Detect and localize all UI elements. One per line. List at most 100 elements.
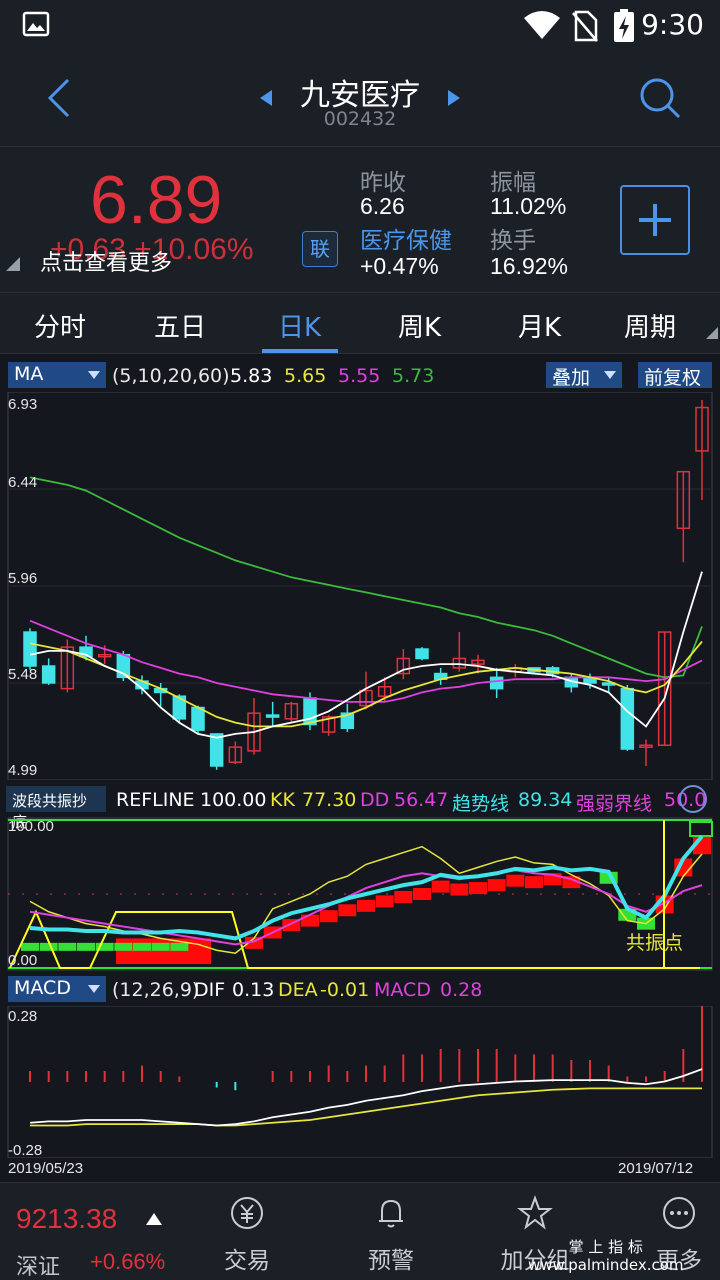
trend-value: 89.34 (518, 789, 573, 811)
wifi-icon (524, 11, 560, 39)
macd-legend: MACD (12,26,9) DIF 0.13 DEA -0.01 MACD 0… (0, 972, 720, 1006)
related-badge[interactable]: 联 (302, 231, 338, 267)
refline-value: 100.00 (200, 789, 267, 811)
prev-close-value: 6.26 (360, 193, 405, 219)
ma-legend: MA (5,10,20,60) 5.83 5.65 5.55 5.73 叠加 前… (0, 358, 720, 392)
trend-block (469, 882, 487, 895)
index-change: +0.66% (90, 1249, 166, 1274)
kk-value: 77.30 (302, 789, 357, 811)
sector-label[interactable]: 医疗保健 (360, 221, 452, 255)
trend-block (133, 942, 151, 951)
chart-area[interactable]: MA (5,10,20,60) 5.83 5.65 5.55 5.73 叠加 前… (0, 354, 720, 1182)
adjust-label: 前复权 (644, 367, 702, 389)
signal-step-line (9, 909, 700, 969)
ma-params: (5,10,20,60) (112, 365, 230, 387)
trend-block (170, 942, 189, 951)
trend-block (487, 879, 506, 892)
macd-selector-label: MACD (14, 977, 71, 999)
nav-trade-label: 交易 (224, 1248, 270, 1274)
macd-value: 0.28 (440, 979, 483, 1001)
ma-selector[interactable]: MA (8, 362, 106, 388)
macd-axis-bottom: -0.28 (8, 1142, 43, 1159)
signal-block (116, 938, 211, 964)
dd-label: DD (360, 789, 390, 811)
indicator-legend: 波段共振抄底 REFLINE 100.00 KK 77.30 DD 56.47 … (0, 782, 720, 831)
chevron-down-icon (604, 371, 616, 379)
candle-body (415, 648, 429, 660)
tab-weekly-k[interactable]: 周K (398, 307, 441, 344)
up-arrow-icon (146, 1213, 162, 1225)
tab-five-day[interactable]: 五日 (154, 307, 206, 344)
adjust-button[interactable]: 前复权 (638, 362, 712, 389)
tab-intraday[interactable]: 分时 (34, 307, 86, 344)
macd-chart[interactable] (0, 1006, 720, 1158)
resonance-indicator-chart[interactable] (0, 816, 720, 972)
strength-label: 强弱界线 (576, 793, 653, 815)
index-value[interactable]: 9213.38 (16, 1203, 117, 1235)
trend-block (338, 904, 357, 917)
sector-change: +0.47% (360, 253, 439, 279)
candlestick-chart[interactable] (0, 392, 720, 780)
ma60-value: 5.73 (392, 365, 435, 387)
dea-value: -0.01 (320, 979, 370, 1001)
candle-body (265, 714, 280, 718)
trend-block (394, 890, 413, 903)
dif-value: 0.13 (232, 979, 275, 1001)
period-dropdown-icon (706, 327, 718, 339)
overlay-button[interactable]: 叠加 (546, 362, 622, 389)
tab-period[interactable]: 周期 (624, 307, 676, 344)
tab-monthly-k[interactable]: 月K (518, 307, 561, 344)
price-axis-top: 6.93 (8, 396, 38, 413)
turnover-value: 16.92% (490, 253, 569, 279)
macd-params: (12,26,9) (112, 979, 200, 1001)
trend-block (301, 914, 319, 927)
ma60-line (29, 476, 703, 679)
overlay-label: 叠加 (552, 367, 591, 389)
view-more-tip[interactable]: 点击查看更多 (40, 245, 172, 277)
nav-trade[interactable]: 交易 (202, 1195, 292, 1275)
next-stock-icon[interactable] (444, 88, 462, 108)
bell-icon (379, 1199, 403, 1228)
indicator-axis-top: 100.00 (8, 818, 54, 835)
watermark: 掌 上 指 标 www.palmindex.com (528, 1238, 684, 1274)
quote-panel: 6.89 +0.63 +10.06% 点击查看更多 联 昨收 6.26 医疗保健… (0, 147, 720, 292)
macd-frame (7, 1006, 713, 1158)
trend-block (21, 942, 39, 951)
yuan-exchange-icon (231, 1197, 263, 1229)
expand-corner-icon (6, 257, 20, 271)
candle-body (620, 687, 635, 750)
status-bar: 9:30 (0, 0, 720, 52)
stock-code: 002432 (323, 108, 397, 130)
search-icon[interactable] (636, 74, 684, 122)
candle-body (489, 676, 504, 690)
ma-selector-label: MA (14, 363, 44, 385)
trend-block (77, 942, 95, 951)
trend-block (525, 876, 543, 889)
dif-label: DIF (194, 979, 226, 1001)
trend-block (431, 880, 450, 893)
active-tab-indicator (262, 349, 338, 353)
index-name: 深证 (16, 1255, 61, 1280)
trend-block (151, 942, 170, 951)
trend-block (319, 910, 338, 923)
stock-header: 九安医疗 002432 (0, 52, 720, 147)
tab-daily-k[interactable]: 日K (278, 307, 321, 344)
macd-selector[interactable]: MACD (8, 976, 106, 1002)
indicator-axis-bottom: 0.00 (8, 952, 38, 969)
trend-block (357, 899, 375, 912)
ma5-value: 5.83 (230, 365, 273, 387)
star-icon (517, 1195, 553, 1230)
candle-body (23, 631, 37, 667)
indicator-toggle-icon[interactable] (678, 784, 708, 814)
candle-body (41, 665, 56, 684)
add-watchlist-button[interactable] (620, 185, 690, 255)
trend-block (689, 821, 713, 837)
nav-alert[interactable]: 预警 (346, 1195, 436, 1275)
amplitude-label: 振幅 (490, 170, 536, 196)
chevron-down-icon (88, 371, 100, 379)
trend-block (114, 942, 133, 951)
nav-alert-label: 预警 (368, 1248, 414, 1274)
price-axis-bottom: 4.99 (8, 762, 38, 779)
indicator-selector[interactable]: 波段共振抄底 (6, 786, 106, 831)
dea-label: DEA (278, 979, 318, 1001)
